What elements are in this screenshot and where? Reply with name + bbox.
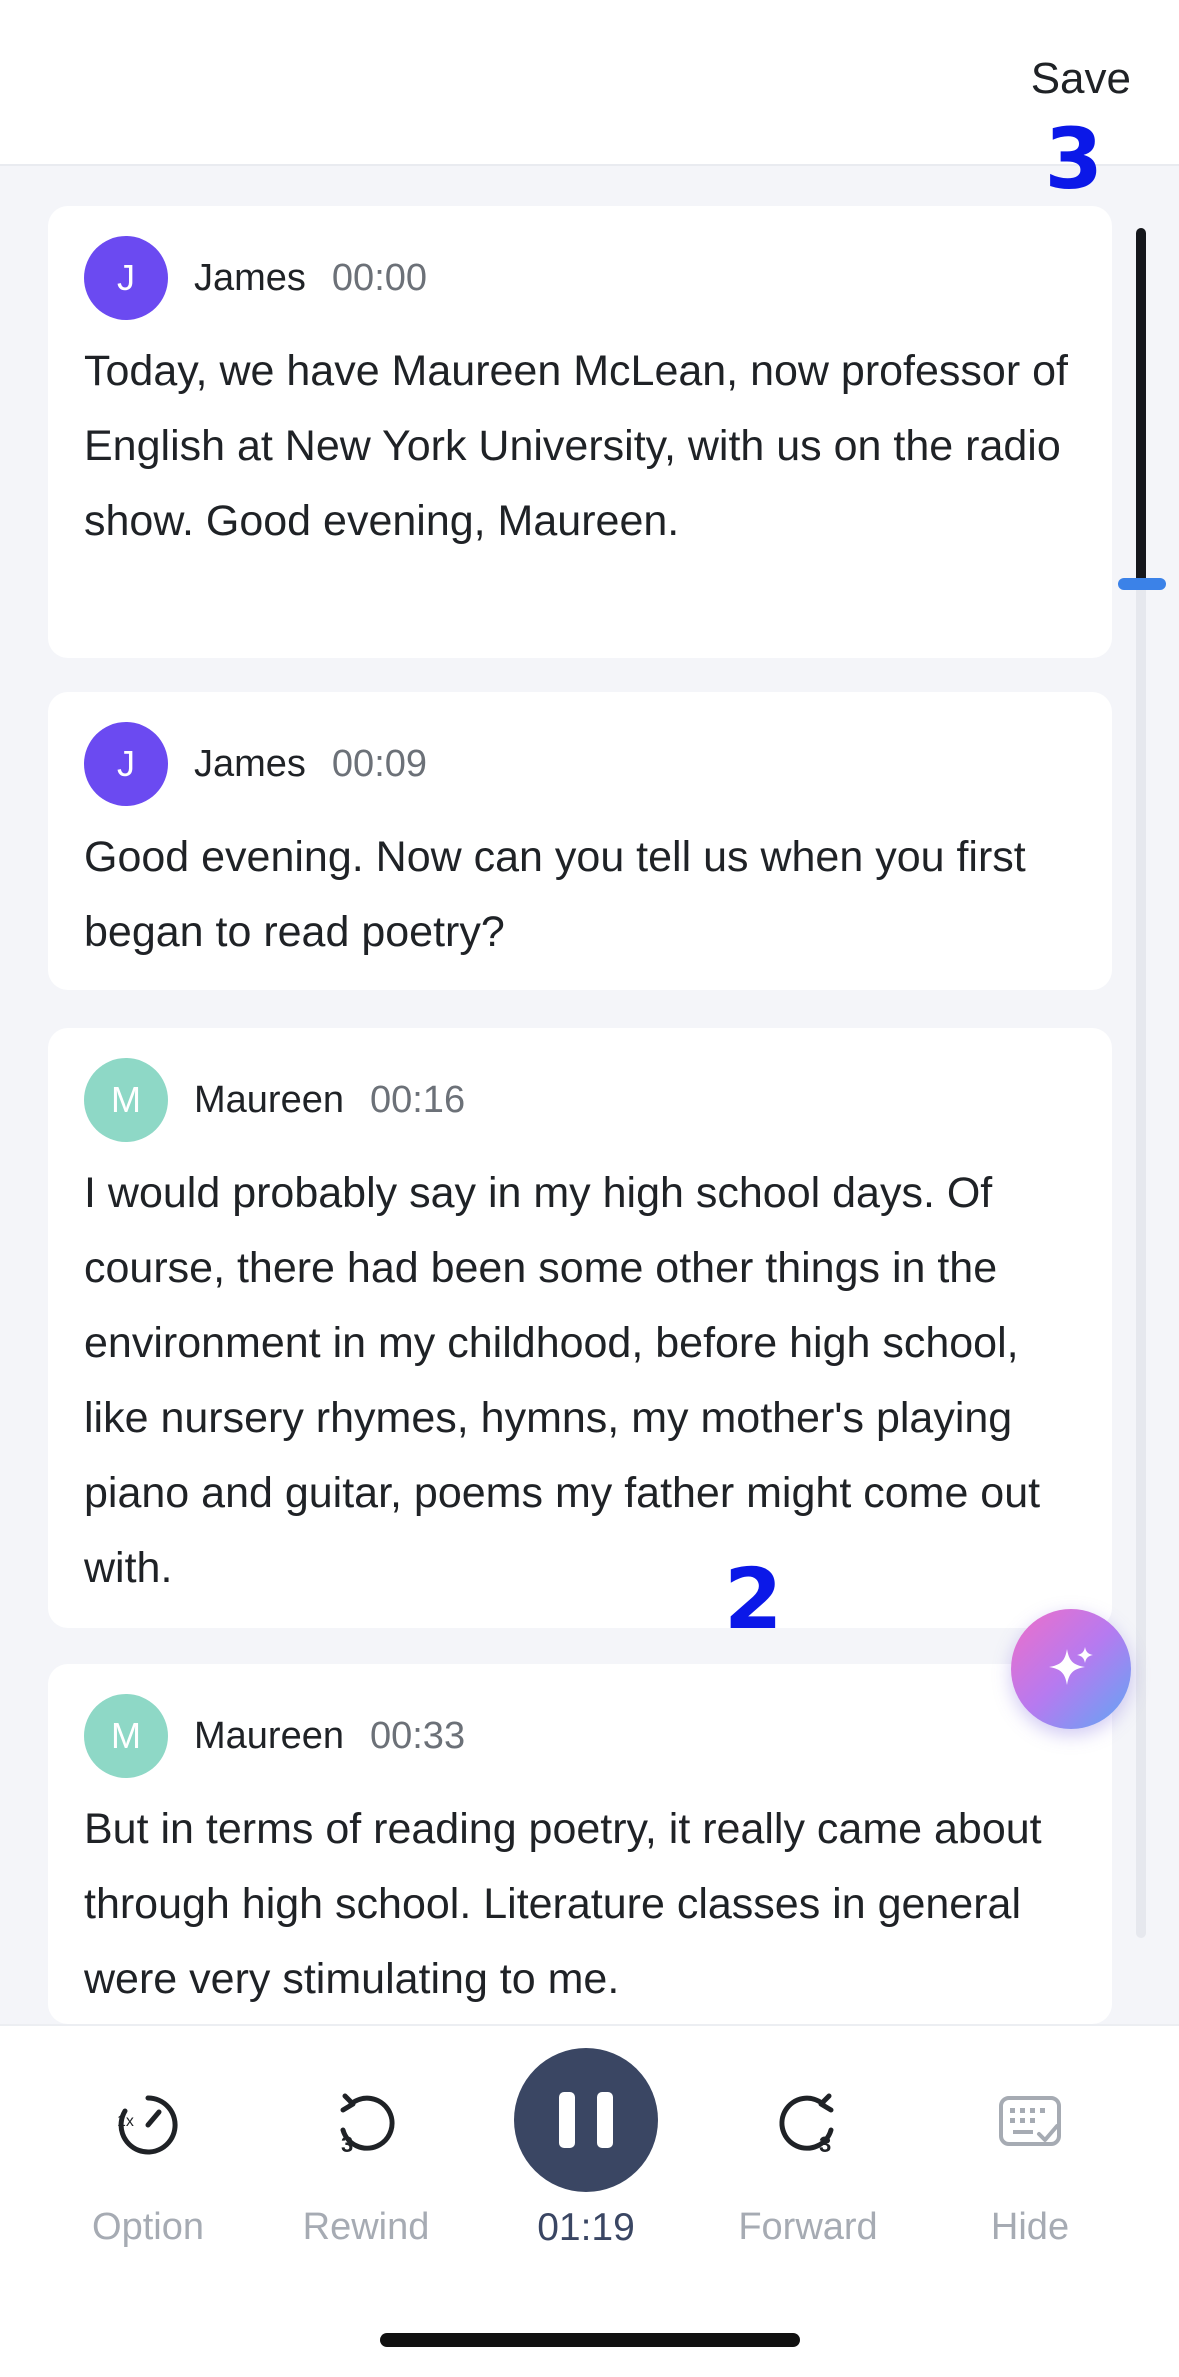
forward-badge: 3 bbox=[819, 2132, 831, 2157]
avatar: J bbox=[84, 236, 168, 320]
speed-badge: 1x bbox=[117, 2113, 134, 2130]
hide-label: Hide bbox=[990, 2206, 1070, 2248]
rewind-label: Rewind bbox=[302, 2206, 430, 2248]
player-bar: 1x Option 3 Rewind 01:19 3 Forward Hide bbox=[0, 2024, 1179, 2377]
speaker-name: Maureen bbox=[194, 1078, 344, 1121]
transcript-text: Today, we have Maureen McLean, now profe… bbox=[84, 347, 1068, 545]
sparkle-icon bbox=[1049, 1647, 1093, 1685]
transcript-text: But in terms of reading poetry, it reall… bbox=[84, 1805, 1042, 2003]
pause-icon bbox=[559, 2092, 575, 2148]
transcript-text: I would probably say in my high school d… bbox=[84, 1169, 1041, 1592]
timestamp[interactable]: 00:09 bbox=[332, 743, 427, 786]
avatar: M bbox=[84, 1058, 168, 1142]
option-label: Option bbox=[92, 2206, 204, 2248]
save-button[interactable]: Save bbox=[1031, 54, 1131, 104]
rewind-badge: 3 bbox=[341, 2132, 353, 2157]
speaker-name: James bbox=[194, 256, 306, 299]
keyboard-hide-icon bbox=[995, 2090, 1065, 2165]
scrollbar-thumb[interactable] bbox=[1136, 228, 1146, 584]
avatar: J bbox=[84, 722, 168, 806]
ai-assistant-button[interactable] bbox=[1011, 1609, 1131, 1729]
forward-icon: 3 bbox=[773, 2090, 843, 2165]
home-indicator[interactable] bbox=[380, 2333, 800, 2347]
transcript-entry[interactable]: M Maureen 00:33 But in terms of reading … bbox=[48, 1664, 1112, 2024]
avatar: M bbox=[84, 1694, 168, 1778]
transcript-entry[interactable]: J James 00:09 Good evening. Now can you … bbox=[48, 692, 1112, 990]
annotation-label-2: 2 bbox=[724, 1550, 783, 1648]
scroll-position-marker[interactable] bbox=[1118, 578, 1166, 590]
transcript-text: Good evening. Now can you tell us when y… bbox=[84, 833, 1026, 956]
timestamp[interactable]: 00:16 bbox=[370, 1079, 465, 1122]
forward-label: Forward bbox=[738, 2206, 878, 2248]
speed-icon: 1x bbox=[113, 2090, 183, 2165]
current-time: 01:19 bbox=[537, 2206, 635, 2249]
annotation-label-3: 3 bbox=[1044, 110, 1103, 208]
speaker-name: Maureen bbox=[194, 1714, 344, 1757]
timestamp[interactable]: 00:00 bbox=[332, 257, 427, 300]
transcript-entry[interactable]: M Maureen 00:16 I would probably say in … bbox=[48, 1028, 1112, 1628]
top-bar: Save bbox=[0, 0, 1179, 166]
timestamp[interactable]: 00:33 bbox=[370, 1715, 465, 1758]
transcript-entry[interactable]: J James 00:00 Today, we have Maureen McL… bbox=[48, 206, 1112, 658]
speaker-name: James bbox=[194, 742, 306, 785]
rewind-icon: 3 bbox=[331, 2090, 401, 2165]
pause-button[interactable] bbox=[514, 2048, 658, 2192]
